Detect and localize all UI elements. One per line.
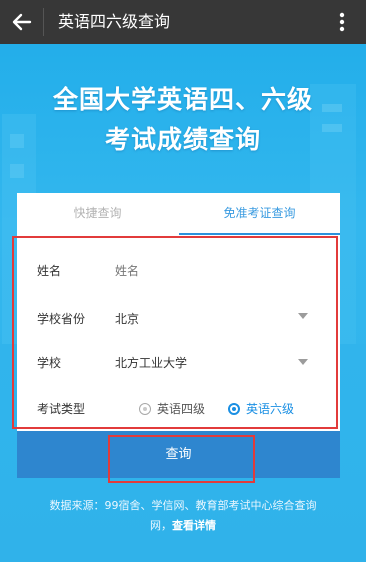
tab-bar: 快捷查询 免准考证查询 [17, 193, 340, 235]
tab-quick-query[interactable]: 快捷查询 [17, 205, 178, 221]
app-bar: 英语四六级查询 [0, 0, 366, 44]
app-title: 英语四六级查询 [58, 12, 171, 31]
data-source-footer: 数据来源：99宿舍、学信网、教育部考试中心综合查询 网，查看详情 [20, 496, 346, 536]
footer-line2-prefix: 网， [150, 519, 172, 532]
form-highlight-box [12, 236, 338, 429]
active-tab-indicator [179, 233, 340, 235]
page-content: 全国大学英语四、六级 考试成绩查询 快捷查询 免准考证查询 姓名 学校省份 北京… [0, 44, 366, 562]
arrow-left-icon[interactable] [8, 8, 36, 36]
more-vertical-icon[interactable] [330, 10, 354, 34]
hero-title-line2: 考试成绩查询 [104, 125, 261, 154]
tab-no-ticket-query[interactable]: 免准考证查询 [179, 205, 340, 221]
button-highlight-box [108, 435, 255, 483]
footer-line1: 数据来源：99宿舍、学信网、教育部考试中心综合查询 [49, 499, 317, 512]
view-details-link[interactable]: 查看详情 [172, 519, 216, 532]
footer-line2: 网，查看详情 [20, 516, 346, 536]
hero-title-line1: 全国大学英语四、六级 [52, 85, 313, 114]
appbar-divider [43, 8, 44, 36]
